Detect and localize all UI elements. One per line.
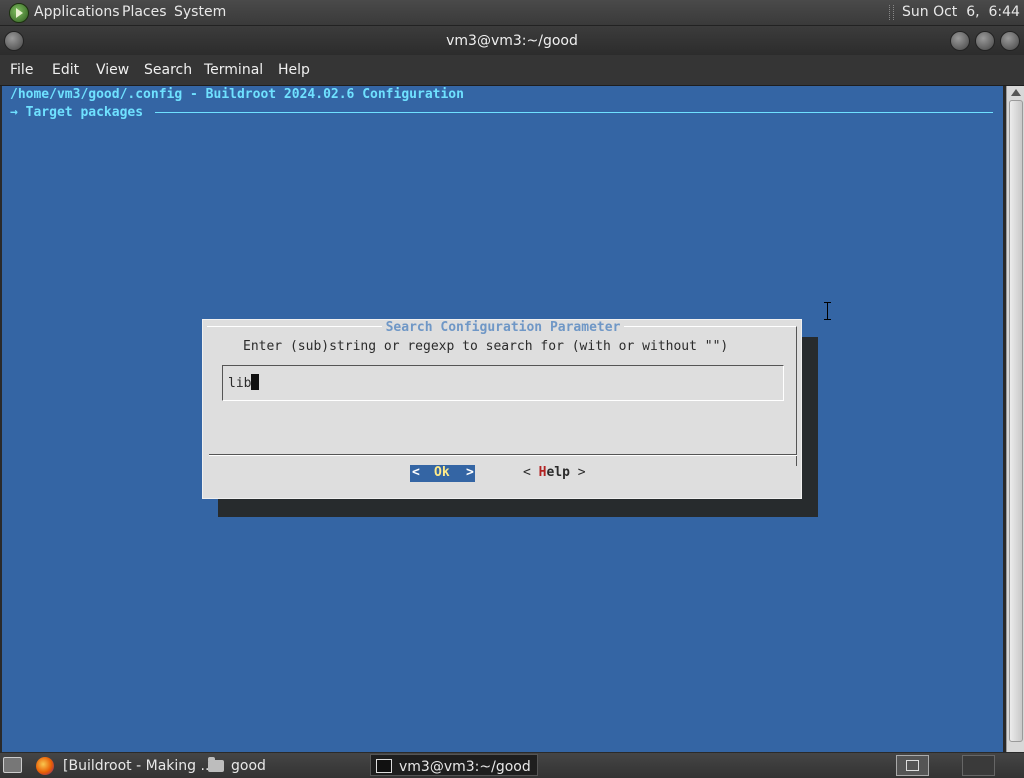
firefox-icon <box>36 757 54 775</box>
text-cursor <box>251 374 260 390</box>
ok-button-right-bracket: > <box>466 465 474 480</box>
search-dialog: Search Configuration Parameter Enter (su… <box>202 319 802 499</box>
task-terminal[interactable]: vm3@vm3:~/good <box>370 754 538 776</box>
places-menu[interactable]: Places <box>122 4 167 20</box>
search-input-value: lib <box>228 376 252 391</box>
show-desktop-icon[interactable] <box>3 757 22 773</box>
help-button-label: elp <box>546 465 570 480</box>
dialog-title: Search Configuration Parameter <box>381 320 625 335</box>
menu-edit[interactable]: Edit <box>52 62 79 78</box>
ok-button-label: Ok <box>434 465 450 480</box>
menubar: File Edit View Search Terminal Help <box>0 55 1024 86</box>
gnome-foot-icon[interactable] <box>9 3 29 23</box>
scroll-thumb[interactable] <box>1009 100 1023 742</box>
scroll-up-arrow-icon[interactable] <box>1011 89 1021 96</box>
ok-button[interactable]: < Ok > <box>410 465 475 482</box>
task-terminal-label: vm3@vm3:~/good <box>399 759 531 775</box>
help-button-right-bracket: > <box>577 465 586 480</box>
panel-separator <box>889 5 894 20</box>
dialog-prompt: Enter (sub)string or regexp to search fo… <box>243 339 729 354</box>
terminal-scrollbar[interactable] <box>1006 86 1024 752</box>
system-menu[interactable]: System <box>174 4 226 20</box>
help-button[interactable]: < Help > <box>523 465 586 480</box>
task-firefox[interactable]: [Buildroot - Making ... <box>32 754 214 776</box>
ibeam-cursor-icon <box>824 302 832 320</box>
dialog-separator <box>209 454 797 456</box>
task-firefox-label: [Buildroot - Making ... <box>63 758 214 774</box>
terminal-icon <box>376 759 392 773</box>
close-icon[interactable] <box>1000 31 1020 51</box>
menu-file[interactable]: File <box>10 62 33 78</box>
menu-view[interactable]: View <box>96 62 129 78</box>
menuconfig-breadcrumb: → Target packages <box>10 105 144 120</box>
clock[interactable]: Sun Oct 6, 6:44 PM <box>902 4 1024 20</box>
breadcrumb-rule <box>155 112 993 113</box>
window-title: vm3@vm3:~/good <box>446 33 578 49</box>
ok-button-left-bracket: < <box>412 465 420 480</box>
applications-menu[interactable]: Applications <box>34 4 120 20</box>
folder-icon <box>208 757 224 772</box>
menu-search[interactable]: Search <box>144 62 192 78</box>
search-input[interactable]: lib <box>222 365 784 401</box>
menuconfig-title: /home/vm3/good/.config - Buildroot 2024.… <box>10 87 464 102</box>
workspace-switcher-1[interactable] <box>896 755 929 776</box>
workspace-switcher-2[interactable] <box>962 755 995 776</box>
window-titlebar[interactable]: vm3@vm3:~/good <box>0 26 1024 55</box>
menu-help[interactable]: Help <box>278 62 310 78</box>
task-good[interactable]: good <box>202 754 362 776</box>
bottom-taskbar: [Buildroot - Making ... good vm3@vm3:~/g… <box>0 753 1024 778</box>
minimize-icon[interactable] <box>950 31 970 51</box>
menu-terminal[interactable]: Terminal <box>204 62 263 78</box>
top-panel: Applications Places System Sun Oct 6, 6:… <box>0 0 1024 26</box>
maximize-icon[interactable] <box>975 31 995 51</box>
task-good-label: good <box>231 758 266 774</box>
help-button-left-bracket: < <box>523 465 531 480</box>
